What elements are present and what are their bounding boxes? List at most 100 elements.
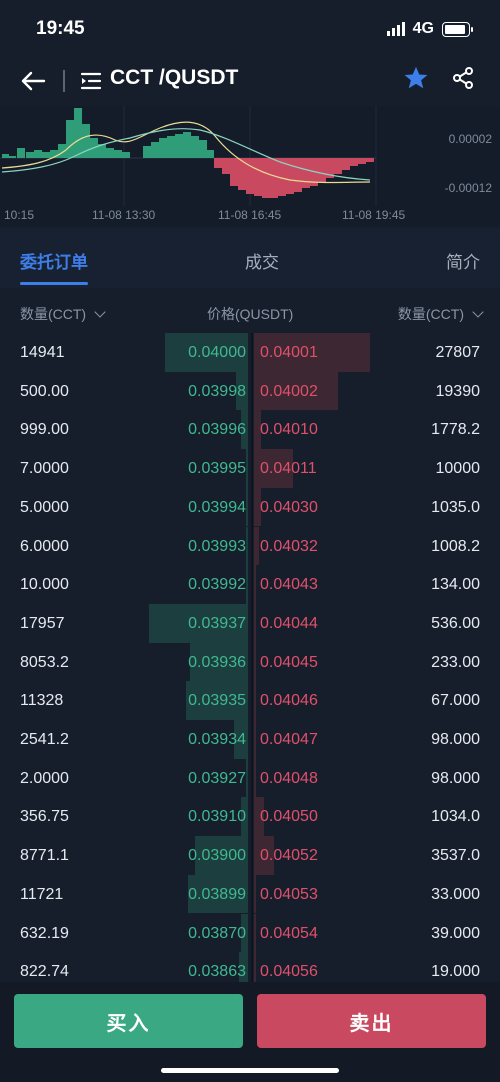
ask-qty-header[interactable]: 数量(CCT): [397, 304, 484, 324]
ask-price: 0.04053: [260, 885, 318, 903]
share-icon[interactable]: [451, 66, 475, 90]
order-row[interactable]: 7.0000 0.03995 0.04011 10000: [0, 449, 500, 488]
ask-depth-bar: [254, 526, 259, 566]
order-row[interactable]: 17957 0.03937 0.04044 536.00: [0, 603, 500, 643]
pair-title[interactable]: CCT /QUSDT: [110, 66, 238, 90]
ask-qty: 39.000: [431, 924, 480, 942]
bid-qty: 14941: [20, 344, 65, 361]
ask-depth-bar: [254, 913, 256, 953]
bid-qty: 11328: [20, 692, 64, 710]
order-row[interactable]: 10.000 0.03992 0.04043 134.00: [0, 565, 500, 604]
ask-price: 0.04056: [260, 963, 318, 981]
bid-price: 0.03900: [188, 847, 246, 865]
ask-qty: 536.00: [431, 614, 480, 632]
bid-price: 0.03863: [188, 963, 246, 981]
tab-bar: 委托订单 成交 简介: [0, 228, 500, 288]
order-row[interactable]: 2541.2 0.03934 0.04047 98.000: [0, 720, 500, 759]
ask-qty: 3537.0: [431, 847, 480, 865]
chevron-down-icon: [94, 306, 106, 318]
bid-qty: 356.75: [20, 808, 69, 826]
tab-orders[interactable]: 委托订单: [20, 248, 88, 273]
order-book: 14941 0.04000 0.04001 27807 500.00 0.03998 0.0…: [0, 333, 500, 983]
status-time: 19:45: [36, 18, 85, 39]
favorite-star-icon[interactable]: [402, 64, 430, 92]
bid-qty: 8053.2: [20, 653, 69, 671]
ask-price: 0.04001: [260, 344, 318, 361]
x-label-1: 10:15: [4, 208, 35, 222]
sell-button[interactable]: 卖出: [257, 994, 486, 1048]
bid-depth-bar: [246, 526, 248, 566]
order-row[interactable]: 6.0000 0.03993 0.04032 1008.2: [0, 526, 500, 566]
ask-depth-bar: [254, 603, 256, 643]
ask-price: 0.04002: [260, 382, 318, 400]
bid-price: 0.03934: [188, 731, 246, 748]
signal-icon: [386, 22, 405, 36]
bid-qty: 7.0000: [20, 460, 69, 478]
bid-price: 0.03899: [188, 885, 246, 903]
ask-price: 0.04054: [260, 924, 318, 942]
bid-qty: 632.19: [20, 924, 69, 942]
bid-price: 0.03910: [188, 808, 246, 826]
bid-depth-bar: [246, 565, 248, 604]
bid-price: 0.04000: [188, 344, 246, 361]
pair-menu-icon[interactable]: [80, 70, 102, 92]
bid-depth-bar: [246, 758, 248, 798]
order-row[interactable]: 999.00 0.03996 0.04010 1778.2: [0, 410, 500, 450]
ask-qty: 1778.2: [431, 421, 480, 439]
bid-qty: 10.000: [20, 576, 69, 594]
ask-depth-bar: [254, 758, 256, 798]
ask-depth-bar: [254, 874, 256, 914]
bid-qty: 11721: [20, 885, 64, 903]
macd-chart-svg: [0, 106, 377, 206]
active-tab-indicator: [20, 282, 88, 285]
pair-header: CCT /QUSDT: [0, 58, 500, 104]
bid-price: 0.03936: [188, 653, 246, 671]
bid-price: 0.03937: [188, 614, 246, 632]
order-row[interactable]: 8771.1 0.03900 0.04052 3537.0: [0, 836, 500, 875]
ask-qty: 98.000: [431, 731, 480, 748]
ask-qty: 67.000: [431, 692, 480, 710]
ask-price: 0.04010: [260, 421, 318, 439]
order-row[interactable]: 14941 0.04000 0.04001 27807: [0, 333, 500, 372]
battery-icon: [442, 21, 473, 37]
tab-intro[interactable]: 简介: [446, 248, 480, 273]
header-divider: [63, 70, 65, 92]
order-row[interactable]: 822.74 0.03863 0.04056 19.000: [0, 952, 500, 983]
ask-qty: 1034.0: [431, 808, 480, 826]
order-row[interactable]: 2.0000 0.03927 0.04048 98.000: [0, 758, 500, 798]
ask-depth-bar: [254, 681, 256, 720]
buy-button[interactable]: 买入: [14, 994, 243, 1048]
bid-qty: 8771.1: [20, 847, 69, 865]
order-row[interactable]: 11721 0.03899 0.04053 33.000: [0, 874, 500, 914]
bid-qty-header[interactable]: 数量(CCT): [20, 304, 106, 324]
order-row[interactable]: 500.00 0.03998 0.04002 19390: [0, 371, 500, 411]
status-right: 4G: [386, 20, 473, 38]
ask-depth-bar: [254, 952, 256, 983]
bid-qty: 999.00: [20, 421, 69, 439]
bid-qty: 17957: [20, 614, 65, 632]
ask-price: 0.04043: [260, 576, 318, 594]
bid-price: 0.03992: [188, 576, 246, 594]
bid-price: 0.03993: [188, 537, 246, 555]
bid-price: 0.03935: [188, 692, 246, 710]
chevron-down-icon: [472, 306, 484, 318]
ask-price: 0.04044: [260, 614, 318, 632]
bid-price: 0.03994: [188, 498, 246, 516]
bid-qty: 500.00: [20, 382, 69, 400]
order-row[interactable]: 5.0000 0.03994 0.04030 1035.0: [0, 487, 500, 527]
order-row[interactable]: 632.19 0.03870 0.04054 39.000: [0, 913, 500, 953]
order-row[interactable]: 11328 0.03935 0.04046 67.000: [0, 681, 500, 720]
ask-price: 0.04047: [260, 731, 318, 748]
back-arrow-icon[interactable]: [18, 66, 48, 96]
bid-price: 0.03927: [188, 769, 246, 787]
order-row[interactable]: 356.75 0.03910 0.04050 1034.0: [0, 797, 500, 837]
ask-price: 0.04030: [260, 498, 318, 516]
ask-qty: 98.000: [431, 769, 480, 787]
ask-qty-header-label: 数量(CCT): [397, 306, 464, 322]
action-bar: 买入 卖出: [0, 982, 500, 1082]
tab-trades[interactable]: 成交: [245, 248, 279, 273]
bid-price: 0.03998: [188, 382, 246, 400]
ask-qty: 19.000: [431, 963, 480, 981]
order-row[interactable]: 8053.2 0.03936 0.04045 233.00: [0, 642, 500, 682]
ask-depth-bar: [254, 565, 256, 604]
